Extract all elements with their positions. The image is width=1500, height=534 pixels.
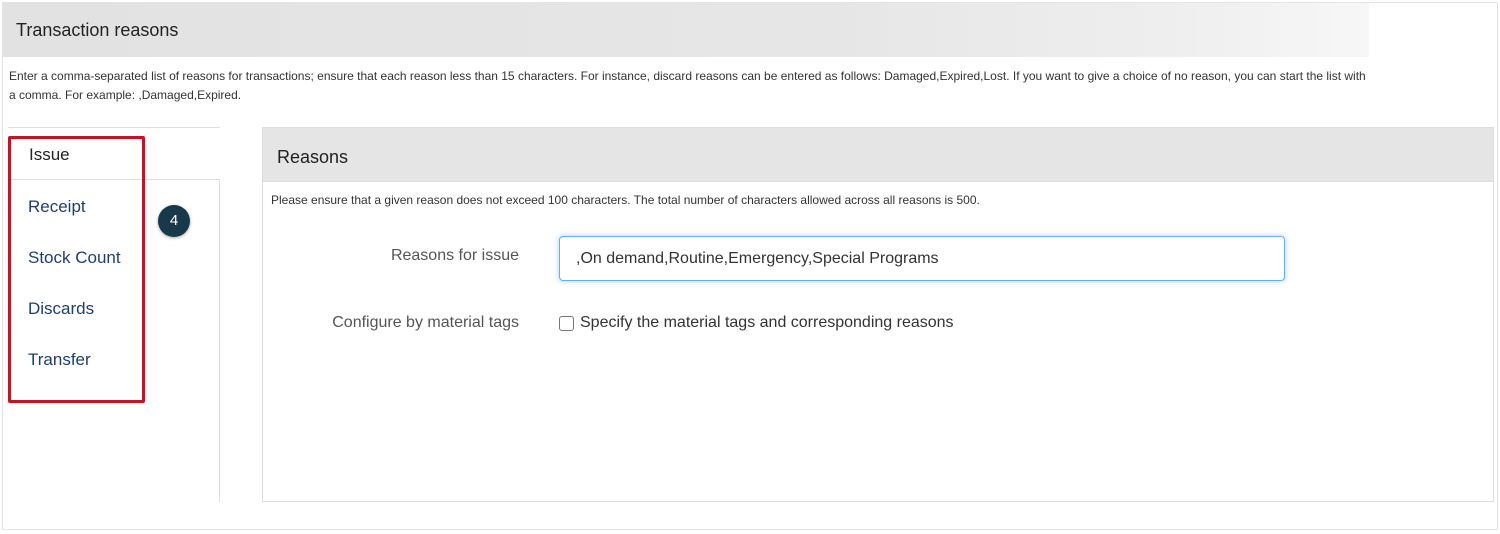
section-header: Transaction reasons	[3, 3, 1369, 57]
tags-checkbox[interactable]	[559, 315, 574, 331]
tags-checkbox-label[interactable]: Specify the material tags and correspond…	[580, 314, 954, 332]
panel-header: Reasons	[263, 128, 1493, 182]
reasons-input[interactable]	[559, 236, 1285, 281]
section-description: Enter a comma-separated list of reasons …	[9, 69, 1366, 102]
reasons-for-issue-label: Reasons for issue	[390, 247, 519, 264]
step-number-badge: 4	[158, 205, 190, 237]
section-title: Transaction reasons	[16, 20, 179, 40]
configure-by-tags-label: Configure by material tags	[332, 314, 519, 331]
tags-checkbox-row: Specify the material tags and correspond…	[559, 314, 954, 332]
reasons-panel: Reasons Please ensure that a given reaso…	[262, 127, 1494, 502]
panel-note: Please ensure that a given reason does n…	[271, 193, 980, 207]
panel-title: Reasons	[277, 147, 349, 167]
callout-highlight-box	[8, 136, 145, 403]
